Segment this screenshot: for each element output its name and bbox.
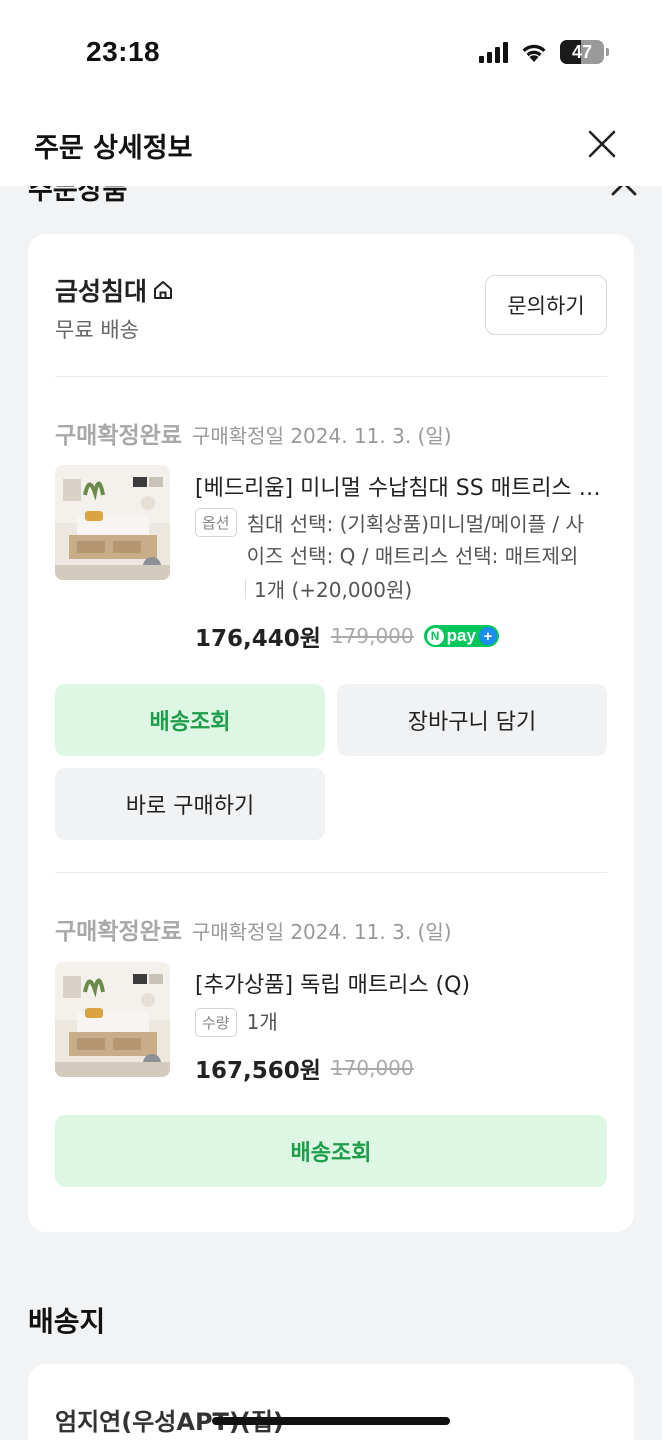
status-time: 23:18 [86,36,161,67]
status-bar: 23:18 47 [0,0,662,100]
product-thumbnail[interactable] [55,962,170,1077]
price-row: 167,560원 170,000 [195,1051,414,1085]
item-status-row: 구매확정완료 구매확정일 2024. 11. 3. (일) [55,912,452,946]
product-name[interactable]: [베드리움] 미니멀 수납침대 SS 매트리스 세트 [195,470,607,502]
cellular-signal-icon [479,41,508,63]
order-card: 금성침대 무료 배송 문의하기 구매확정완료 구매확정일 2024. 11. 3… [28,234,634,1232]
delivery-section-title: 배송지 [28,1305,106,1338]
battery-icon: 47 [560,40,609,64]
seller-name[interactable]: 금성침대 [55,272,175,308]
wifi-icon [522,44,546,62]
close-icon[interactable] [580,122,624,166]
sale-price: 176,440원 [195,626,321,652]
quantity-row: 1개 (+20,000원) [195,574,607,603]
option-block: 옵션 침대 선택: (기획상품)미니멀/메이플 / 사 이즈 선택: Q / 매… [195,508,607,603]
page-header: 주문 상세정보 [0,100,662,186]
npay-label: pay [446,626,476,645]
product-name[interactable]: [추가상품] 독립 매트리스 (Q) [195,967,607,999]
quantity-tag: 수량 [195,1007,237,1037]
item-status-row: 구매확정완료 구매확정일 2024. 11. 3. (일) [55,416,452,450]
price-row: 176,440원 179,000 N pay + [195,619,499,653]
option-block: 수량 1개 [195,1006,607,1038]
plus-icon: + [478,627,497,645]
npay-plus-badge: N pay + [423,625,499,647]
product-thumbnail[interactable] [55,465,170,580]
quantity: 1개 [246,1010,278,1034]
npay-n-icon: N [426,627,444,645]
store-home-icon [154,281,173,299]
option-line: 침대 선택: (기획상품)미니멀/메이플 / 사 [246,512,584,536]
buy-now-button[interactable]: 바로 구매하기 [55,768,325,840]
confirm-date: 구매확정일 2024. 11. 3. (일) [191,920,452,944]
page-title: 주문 상세정보 [34,133,193,164]
original-price: 170,000 [330,1056,414,1080]
home-indicator[interactable] [212,1417,450,1425]
quantity: 1개 (+20,000원) [254,578,413,602]
track-delivery-button[interactable]: 배송조회 [55,1115,607,1187]
item-status: 구매확정완료 [55,423,182,449]
add-to-cart-button[interactable]: 장바구니 담기 [337,684,607,756]
option-line: 이즈 선택: Q / 매트리스 선택: 매트제외 [246,544,579,568]
shipping-info: 무료 배송 [55,318,139,342]
original-price: 179,000 [330,624,414,648]
confirm-date: 구매확정일 2024. 11. 3. (일) [191,424,452,448]
sale-price: 167,560원 [195,1058,321,1084]
inquiry-button[interactable]: 문의하기 [485,275,607,335]
status-icons: 47 [479,40,609,64]
option-tag: 옵션 [195,508,237,537]
track-delivery-button[interactable]: 배송조회 [55,684,325,756]
seller-name-label: 금성침대 [55,277,148,306]
delivery-card: 엄지연(우성APT)(집) [28,1364,634,1440]
battery-level: 47 [571,41,593,62]
divider [55,376,607,377]
divider [55,872,607,873]
item-status: 구매확정완료 [55,919,182,945]
